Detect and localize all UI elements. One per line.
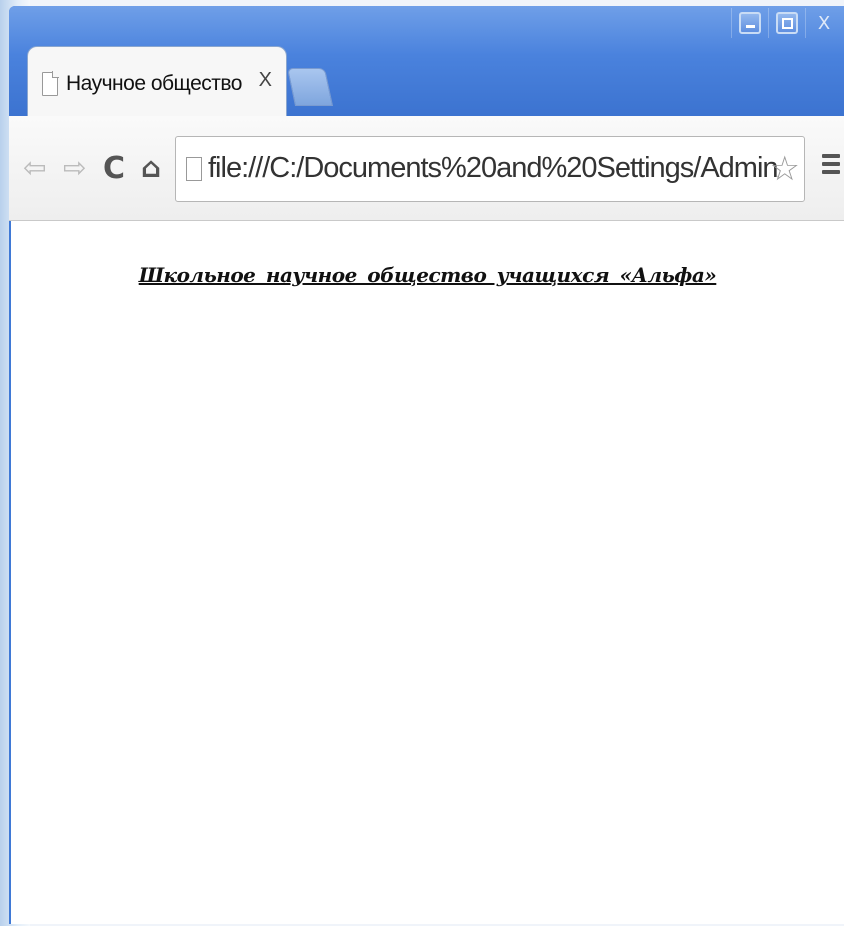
reload-button[interactable]: C: [103, 151, 125, 186]
arrow-right-icon: ⇨: [63, 151, 87, 184]
new-tab-button[interactable]: [286, 68, 334, 106]
maximize-button[interactable]: [768, 8, 805, 38]
url-text[interactable]: file:///C:/Documents%20and%20Settings/Ad…: [208, 152, 778, 185]
star-icon: ☆: [769, 149, 800, 189]
home-button[interactable]: ⌂: [141, 151, 161, 184]
menu-icon-bar: [822, 162, 840, 166]
address-bar[interactable]: file:///C:/Documents%20and%20Settings/Ad…: [175, 136, 805, 202]
tab-title: Научное общество: [66, 72, 243, 95]
home-icon: ⌂: [141, 151, 162, 184]
tab-close-button[interactable]: X: [259, 69, 272, 92]
maximize-icon: [781, 17, 793, 29]
minimize-button[interactable]: [731, 8, 768, 38]
page-heading: Школьное научное общество учащихся «Альф…: [138, 263, 717, 287]
minimize-icon: [745, 24, 755, 28]
reload-icon: C: [103, 151, 126, 186]
menu-icon-bar: [822, 170, 840, 174]
window-controls: X: [731, 8, 842, 38]
back-button[interactable]: ⇦: [23, 151, 46, 184]
browser-toolbar: ⇦ ⇨ C ⌂ file:///C:/Documents%20and%20Set…: [9, 116, 844, 221]
close-icon: X: [817, 12, 831, 34]
close-window-button[interactable]: X: [805, 8, 842, 38]
menu-icon-bar: [822, 154, 840, 158]
bookmark-star-button[interactable]: ☆: [770, 149, 800, 189]
tab-active[interactable]: Научное общество X: [27, 46, 287, 121]
page-content: Школьное научное общество учащихся «Альф…: [9, 221, 844, 924]
arrow-left-icon: ⇦: [23, 151, 47, 184]
page-icon: [42, 71, 59, 96]
browser-window: X Научное общество X ⇦ ⇨ C ⌂ file:///C:/…: [9, 6, 844, 924]
page-icon: [186, 157, 202, 181]
title-bar: X Научное общество X: [9, 6, 844, 121]
forward-button[interactable]: ⇨: [63, 151, 86, 184]
menu-button[interactable]: [822, 154, 840, 178]
